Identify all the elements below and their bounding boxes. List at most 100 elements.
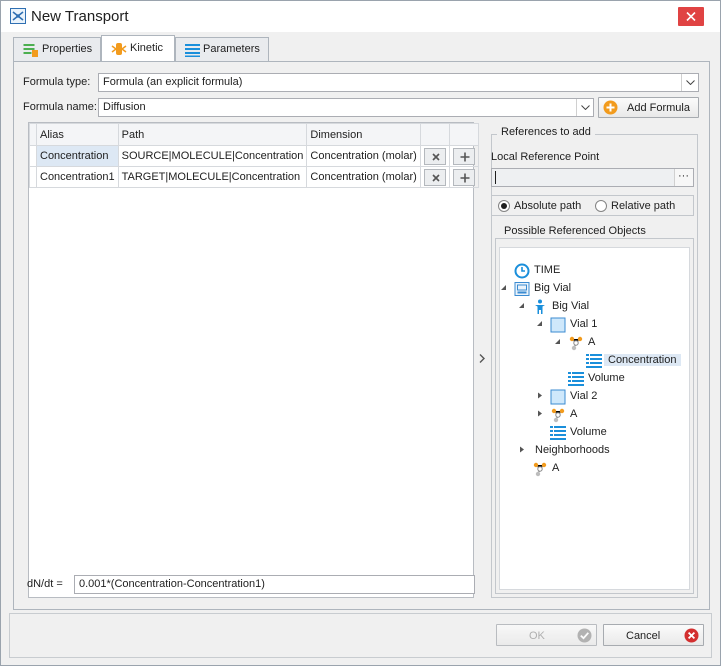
- window-title: New Transport: [31, 8, 129, 25]
- formula-type-dropdown-button[interactable]: [681, 74, 698, 91]
- chevron-right-icon[interactable]: [479, 354, 485, 363]
- add-formula-button[interactable]: Add Formula: [598, 97, 699, 118]
- references-group-title: References to add: [497, 126, 595, 138]
- cancel-label: Cancel: [626, 630, 661, 642]
- kinetic-tab-panel: Formula type: Formula (an explicit formu…: [13, 61, 710, 610]
- collapsed-arrow-icon[interactable]: [536, 392, 543, 399]
- ok-label: OK: [529, 630, 545, 642]
- referenced-objects-title: Possible Referenced Objects: [501, 225, 649, 237]
- add-alias-button[interactable]: [452, 168, 475, 186]
- expanded-arrow-icon[interactable]: [536, 320, 543, 327]
- cancel-button[interactable]: Cancel: [603, 624, 704, 646]
- collapsed-arrow-icon[interactable]: [518, 446, 525, 453]
- row-indicator[interactable]: [29, 166, 37, 188]
- grid-header-row: Alias Path Dimension: [29, 123, 479, 146]
- dimension-cell[interactable]: Concentration (molar): [306, 166, 421, 188]
- browse-button[interactable]: ···: [674, 169, 693, 186]
- row-indicator[interactable]: [29, 145, 37, 167]
- absolute-path-label[interactable]: Absolute path: [514, 200, 581, 212]
- remove-alias-button[interactable]: [423, 147, 446, 165]
- remove-icon: [432, 152, 440, 161]
- properties-icon: [23, 44, 38, 57]
- remove-cell: [419, 166, 450, 188]
- kinetic-icon: [111, 43, 127, 55]
- path-mode-group: Absolute path Relative path: [491, 195, 694, 216]
- dialog-window: New Transport Properties Kinetic Paramet…: [0, 0, 721, 666]
- tab-parameters[interactable]: Parameters: [175, 37, 269, 61]
- remove-icon: [432, 173, 440, 182]
- expanded-arrow-icon[interactable]: [500, 284, 507, 291]
- cancel-icon: [684, 628, 699, 643]
- table-row[interactable]: Concentration1 TARGET|MOLECULE|Concentra…: [29, 166, 479, 188]
- organism-icon: [535, 299, 545, 314]
- title-bar[interactable]: New Transport: [1, 1, 720, 32]
- compartment-icon: [550, 317, 566, 333]
- clock-icon: [514, 263, 530, 279]
- tab-kinetic[interactable]: Kinetic: [101, 35, 175, 62]
- container-icon: [514, 282, 530, 296]
- expanded-arrow-icon[interactable]: [518, 302, 525, 309]
- column-header-alias[interactable]: Alias: [36, 123, 119, 146]
- formula-expression-input[interactable]: 0.001*(Concentration-Concentration1): [74, 575, 475, 594]
- dimension-cell[interactable]: Concentration (molar): [306, 145, 421, 167]
- formula-type-label: Formula type:: [23, 76, 91, 88]
- path-cell[interactable]: TARGET|MOLECULE|Concentration: [117, 166, 308, 188]
- alias-grid: Alias Path Dimension Concentration SOURC…: [28, 122, 479, 598]
- parameter-icon: [550, 426, 566, 440]
- formula-type-combo[interactable]: Formula (an explicit formula): [98, 73, 699, 92]
- column-header-dimension[interactable]: Dimension: [306, 123, 421, 146]
- relative-path-radio[interactable]: [595, 200, 607, 212]
- remove-alias-button[interactable]: [423, 168, 446, 186]
- add-cell: [448, 166, 479, 188]
- column-header-remove: [419, 123, 450, 146]
- formula-name-dropdown-button[interactable]: [576, 99, 593, 116]
- tab-parameters-label: Parameters: [203, 43, 260, 55]
- compartment-icon: [550, 389, 566, 405]
- alias-cell[interactable]: Concentration1: [36, 166, 119, 188]
- add-alias-button[interactable]: [452, 147, 475, 165]
- formula-expression-text: 0.001*(Concentration-Concentration1): [79, 578, 265, 590]
- formula-name-value: Diffusion: [103, 101, 146, 113]
- molecule-icon: [551, 408, 565, 423]
- ellipsis-icon: ···: [678, 170, 689, 182]
- tab-properties[interactable]: Properties: [13, 37, 101, 61]
- add-icon: [603, 100, 618, 115]
- expanded-arrow-icon[interactable]: [554, 338, 561, 345]
- absolute-path-radio[interactable]: [498, 200, 510, 212]
- ok-button[interactable]: OK: [496, 624, 597, 646]
- parameter-icon: [586, 354, 602, 368]
- alias-cell[interactable]: Concentration: [36, 145, 119, 167]
- collapsed-arrow-icon[interactable]: [536, 410, 543, 417]
- window-close-button[interactable]: [678, 7, 704, 26]
- transport-app-icon: [10, 8, 26, 24]
- path-cell[interactable]: SOURCE|MOLECULE|Concentration: [117, 145, 308, 167]
- plus-icon: [460, 173, 470, 182]
- check-icon: [577, 628, 592, 643]
- molecule-icon: [533, 462, 547, 477]
- tab-properties-label: Properties: [42, 43, 93, 55]
- table-row[interactable]: Concentration SOURCE|MOLECULE|Concentrat…: [29, 145, 479, 167]
- chevron-down-icon: [581, 105, 590, 110]
- local-reference-label: Local Reference Point: [491, 151, 600, 163]
- formula-equation-label: dN/dt =: [27, 578, 63, 590]
- local-reference-input[interactable]: ···: [491, 168, 694, 187]
- parameters-icon: [185, 44, 200, 57]
- add-formula-label: Add Formula: [627, 102, 690, 114]
- formula-name-combo[interactable]: Diffusion: [98, 98, 594, 117]
- remove-cell: [419, 145, 450, 167]
- relative-path-label[interactable]: Relative path: [611, 200, 675, 212]
- formula-name-label: Formula name:: [23, 101, 97, 113]
- molecule-icon: [569, 336, 583, 351]
- referenced-objects-tree[interactable]: [499, 247, 690, 590]
- grid-row-header-corner: [29, 123, 37, 146]
- tab-kinetic-label: Kinetic: [130, 42, 164, 54]
- close-icon: [686, 12, 696, 21]
- add-cell: [448, 145, 479, 167]
- dialog-footer: OK Cancel: [9, 613, 712, 658]
- parameter-icon: [568, 372, 584, 386]
- column-header-add: [448, 123, 479, 146]
- chevron-down-icon: [686, 80, 695, 85]
- plus-icon: [460, 152, 470, 161]
- column-header-path[interactable]: Path: [117, 123, 308, 146]
- formula-type-value: Formula (an explicit formula): [103, 76, 243, 88]
